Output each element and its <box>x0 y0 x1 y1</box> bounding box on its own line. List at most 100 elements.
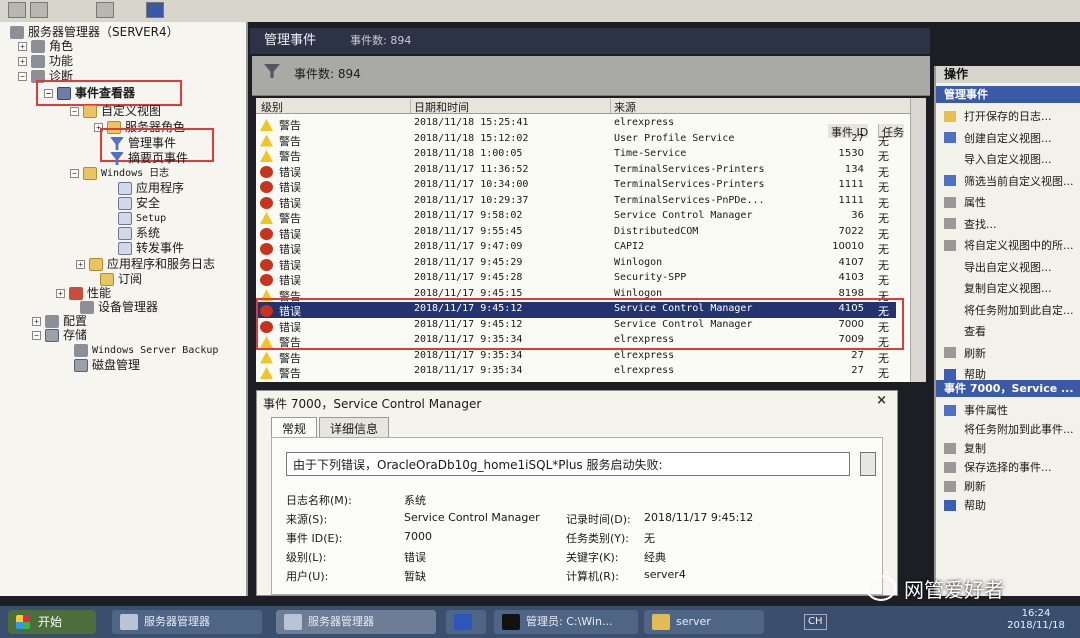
taskbar-explorer[interactable]: server <box>644 610 764 634</box>
table-row[interactable]: 警告 2018/11/17 9:35:34 elrexpress 27 无 <box>256 349 896 365</box>
tree-subscriptions[interactable]: 订阅 <box>100 272 142 287</box>
action-label: 导出自定义视图... <box>964 260 1052 274</box>
table-row[interactable]: 警告 2018/11/18 1:00:05 Time-Service 1530 无 <box>256 147 896 163</box>
tree-root[interactable]: 服务器管理器（SERVER4） <box>10 25 179 40</box>
eventid-cell: 27 <box>851 132 864 144</box>
collapse-icon[interactable]: − <box>70 107 79 116</box>
action-icon <box>944 480 956 492</box>
tree-features[interactable]: + 功能 <box>18 54 73 69</box>
action-item[interactable]: 打开保存的日志... <box>944 108 1052 124</box>
collapse-icon[interactable]: − <box>70 169 79 178</box>
action-item[interactable]: 属性 <box>944 194 986 210</box>
message-scrollbar[interactable] <box>860 452 876 476</box>
expand-icon[interactable]: + <box>18 57 27 66</box>
toolbar-icon[interactable] <box>96 2 114 18</box>
expand-icon[interactable]: + <box>56 289 65 298</box>
action-item[interactable]: 帮助 <box>944 497 986 513</box>
taskbar-server-manager-2[interactable]: 服务器管理器 <box>276 610 436 634</box>
table-row[interactable]: 警告 2018/11/18 15:25:41 elrexpress <box>256 116 896 132</box>
tree-disk-mgmt[interactable]: 磁盘管理 <box>74 358 140 373</box>
event-message[interactable]: 由于下列错误，OracleOraDb10g_home1iSQL*Plus 服务启… <box>286 452 850 476</box>
datetime-cell: 2018/11/18 1:00:05 <box>414 148 523 159</box>
help-icon[interactable] <box>146 2 164 18</box>
tree-windows-logs[interactable]: − Windows 日志 <box>70 166 169 181</box>
col-datetime[interactable]: 日期和时间 <box>410 99 469 114</box>
tree-system[interactable]: 系统 <box>118 226 160 241</box>
tree-performance[interactable]: + 性能 <box>56 286 111 301</box>
action-item[interactable]: 导出自定义视图... <box>944 259 1052 275</box>
tree-apps-services[interactable]: + 应用程序和服务日志 <box>76 257 215 272</box>
clock[interactable]: 16:24 2018/11/18 <box>996 608 1076 632</box>
table-row[interactable]: 错误 2018/11/17 9:45:28 Security-SPP 4103 无 <box>256 271 896 287</box>
table-row[interactable]: 错误 2018/11/17 9:45:29 Winlogon 4107 无 <box>256 256 896 272</box>
eventid-cell: 4103 <box>838 272 864 283</box>
tree-setup[interactable]: Setup <box>118 211 166 226</box>
action-item[interactable]: 复制 <box>944 440 986 456</box>
table-row[interactable]: 错误 2018/11/17 9:47:09 CAPI2 10010 无 <box>256 240 896 256</box>
table-row[interactable]: 错误 2018/11/17 10:29:37 TerminalServices-Pn… <box>256 194 896 210</box>
col-level[interactable]: 级别 <box>258 99 283 114</box>
datetime-cell: 2018/11/17 9:35:34 <box>414 349 523 361</box>
tree-forwarded[interactable]: 转发事件 <box>118 241 184 256</box>
taskbar-powershell[interactable] <box>446 610 486 634</box>
col-source[interactable]: 来源 <box>610 99 636 114</box>
actions-section-admin-events[interactable]: 管理事件 <box>936 86 1080 103</box>
error-icon <box>260 196 273 209</box>
table-row[interactable]: 错误 2018/11/17 9:55:45 DistributedCOM 7022 无 <box>256 225 896 241</box>
table-row[interactable]: 警告 2018/11/17 9:58:02 Service Control Mana… <box>256 209 896 225</box>
actions-section-event[interactable]: 事件 7000，Service ... <box>936 380 1080 397</box>
action-item[interactable]: 查找... <box>944 216 997 232</box>
back-icon[interactable] <box>8 2 26 18</box>
ime-indicator[interactable]: CH <box>804 614 827 630</box>
action-item[interactable]: 将任务附加到此自定... <box>944 302 1074 318</box>
server-icon <box>10 26 24 39</box>
expand-icon[interactable]: + <box>18 42 27 51</box>
taskbar-cmd[interactable]: 管理员: C:\Win... <box>494 610 638 634</box>
action-item[interactable]: 将自定义视图中的所... <box>944 237 1074 253</box>
action-label: 查找... <box>964 217 997 231</box>
source-cell: elrexpress <box>614 365 675 376</box>
tab-general[interactable]: 常规 <box>271 417 318 439</box>
action-item[interactable]: 刷新 <box>944 345 986 361</box>
action-item[interactable]: 事件属性 <box>944 402 1008 418</box>
tree-custom-views[interactable]: − 自定义视图 <box>70 104 161 119</box>
table-row[interactable]: 错误 2018/11/17 10:34:00 TerminalServices-Pr… <box>256 178 896 194</box>
action-item[interactable]: 导入自定义视图... <box>944 151 1052 167</box>
action-item[interactable]: 刷新 <box>944 478 986 494</box>
tree-summary-events[interactable]: 摘要页事件 <box>110 151 188 166</box>
tree-device-manager[interactable]: 设备管理器 <box>80 300 158 315</box>
action-item[interactable]: 将任务附加到此事件... <box>944 421 1074 437</box>
tree-storage[interactable]: − 存储 <box>32 328 87 343</box>
cmd-icon <box>502 614 520 630</box>
action-item[interactable]: 保存选择的事件... <box>944 459 1052 475</box>
tab-details[interactable]: 详细信息 <box>319 417 390 439</box>
tree-security[interactable]: 安全 <box>118 196 160 211</box>
action-label: 属性 <box>964 196 986 209</box>
taskbar: 开始 服务器管理器 服务器管理器 管理员: C:\Win... server C… <box>0 606 1080 638</box>
tree-config[interactable]: + 配置 <box>32 314 87 329</box>
table-row[interactable]: 错误 2018/11/17 11:36:52 TerminalServices-Pr… <box>256 163 896 179</box>
event-detail-pane: 事件 7000，Service Control Manager × 常规 详细信… <box>256 390 898 596</box>
action-item[interactable]: 复制自定义视图... <box>944 280 1052 296</box>
server-manager-icon <box>120 614 138 630</box>
collapse-icon[interactable]: − <box>18 72 27 81</box>
collapse-icon[interactable]: − <box>32 331 41 340</box>
action-item[interactable]: 筛选当前自定义视图... <box>944 173 1074 189</box>
folder-icon <box>100 273 114 286</box>
close-icon[interactable]: × <box>876 393 887 408</box>
table-row[interactable]: 警告 2018/11/18 15:12:02 User Profile Servic… <box>256 132 896 148</box>
watermark: 网管爱好者 <box>866 572 1004 604</box>
expand-icon[interactable]: + <box>76 260 85 269</box>
expand-icon[interactable]: + <box>32 317 41 326</box>
action-item[interactable]: 查看 <box>944 323 986 339</box>
tree-application[interactable]: 应用程序 <box>118 181 184 196</box>
start-button[interactable]: 开始 <box>8 610 96 634</box>
tree-roles[interactable]: + 角色 <box>18 39 73 54</box>
action-item[interactable]: 创建自定义视图... <box>944 130 1052 146</box>
taskbar-server-manager-1[interactable]: 服务器管理器 <box>112 610 262 634</box>
event-list-scrollbar[interactable] <box>910 98 926 382</box>
forward-icon[interactable] <box>30 2 48 18</box>
action-label: 刷新 <box>964 480 986 493</box>
tree-wsb[interactable]: Windows Server Backup <box>74 343 218 358</box>
table-row[interactable]: 警告 2018/11/17 9:35:34 elrexpress 27 无 <box>256 364 896 380</box>
